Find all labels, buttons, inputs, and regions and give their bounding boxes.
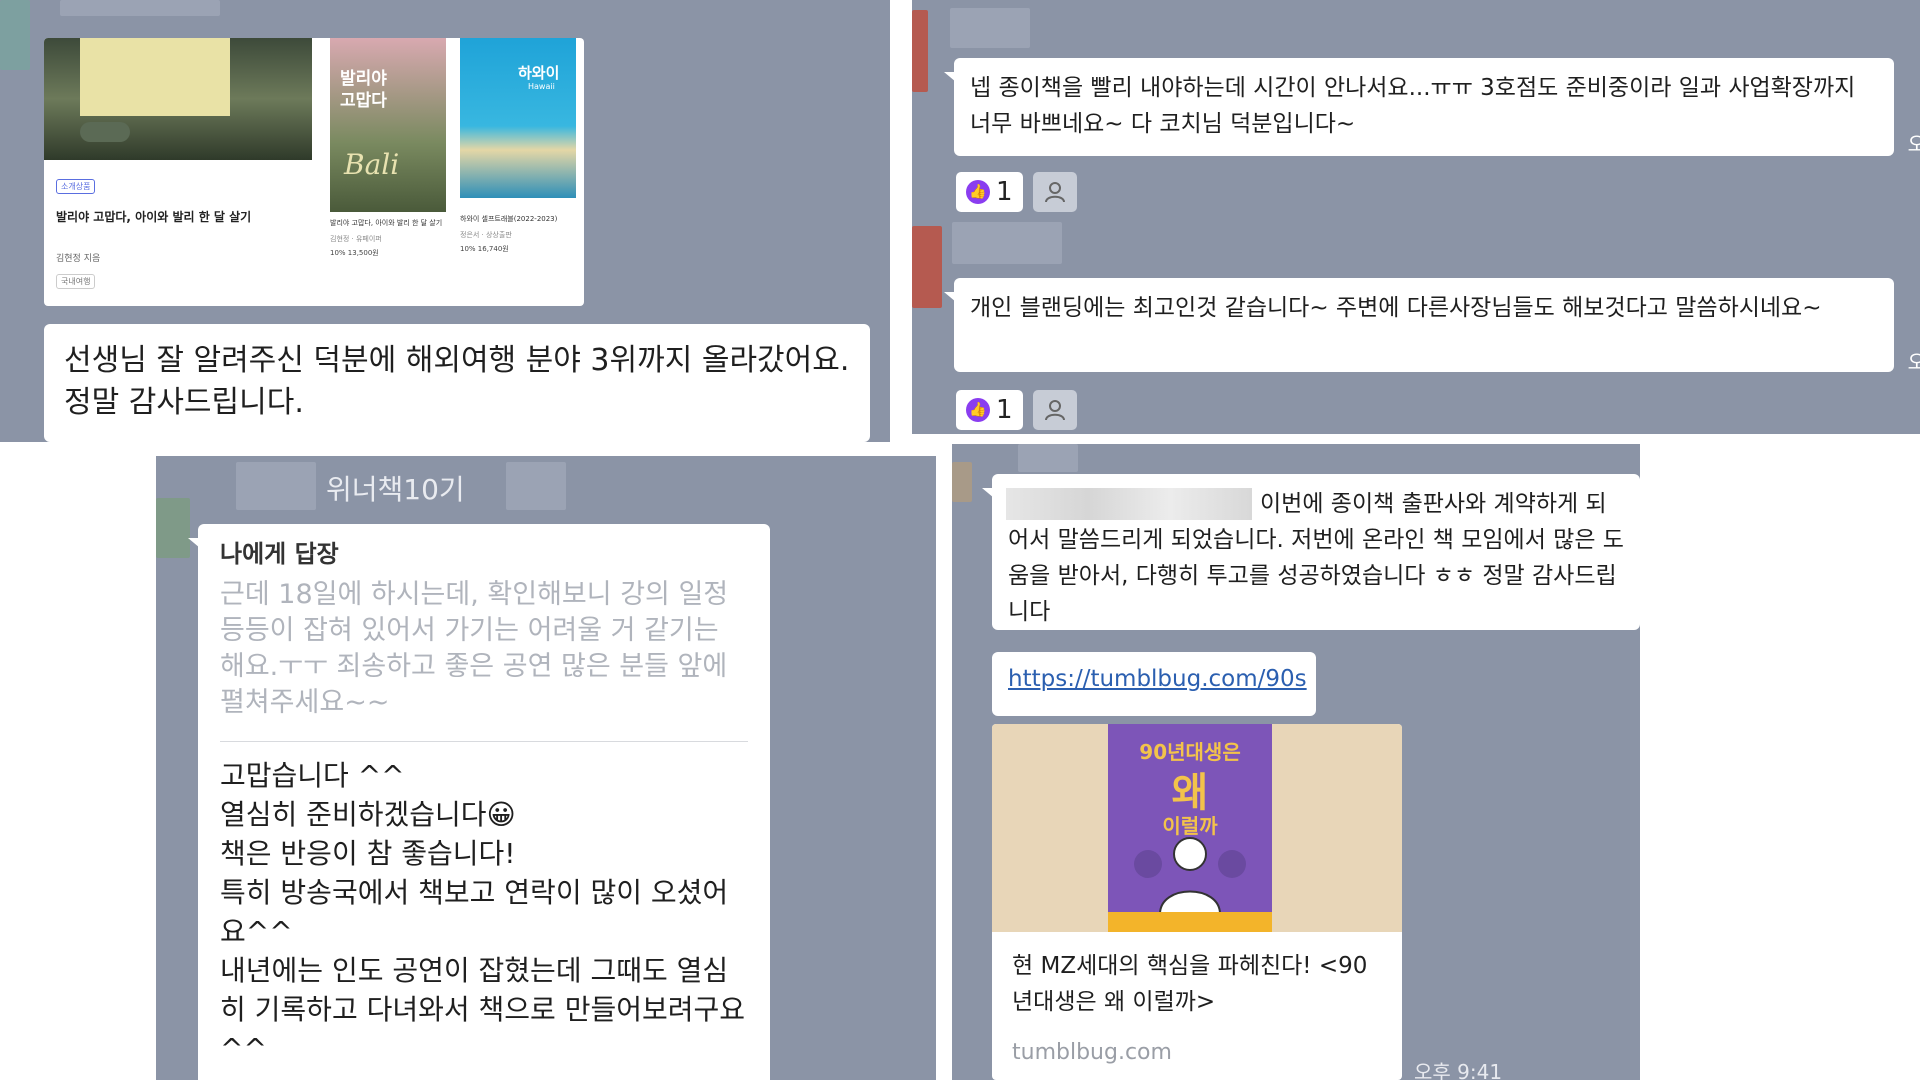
- preview-description: 현 MZ세대의 핵심을 파헤친다! <90년대생은 왜 이럴까>: [1012, 953, 1368, 1015]
- blurred-avatar: [952, 462, 972, 502]
- chat-panel-1: 소개상품 발리야 고맙다, 아이와 발리 한 달 살기 김현정 지음 국내여행 …: [0, 0, 890, 442]
- reaction-users-button[interactable]: [1032, 172, 1077, 212]
- book2-title: 하와이 셀프트래블(2022-2023): [460, 215, 558, 223]
- cover-subtitle: Hawaii: [528, 82, 555, 91]
- person-illustration-icon: [1134, 837, 1246, 914]
- message-bubble[interactable]: 개인 블랜딩에는 최고인것 같습니다~ 주변에 다른사장님들도 해보것다고 말씀…: [944, 278, 1894, 372]
- thumbs-up-icon: 👍: [966, 180, 990, 204]
- blurred-name: [950, 8, 1030, 48]
- blurred-name: [506, 462, 566, 510]
- like-count: 1: [996, 395, 1013, 425]
- blurred-name: [1018, 444, 1078, 472]
- link-url[interactable]: https://tumblbug.com/90s: [1008, 666, 1307, 692]
- reply-text: 고맙습니다 ^^ 열심히 준비하겠습니다😀 책은 반응이 참 좋습니다! 특히 …: [220, 756, 748, 1068]
- book-banner: [44, 38, 312, 160]
- reply-line: 열심히 준비하겠습니다😀: [220, 798, 516, 831]
- quoted-message: 근데 18일에 하시는데, 확인해보니 강의 일정 등등이 잡혀 있어서 가기는…: [220, 579, 729, 718]
- book1-title: 발리야 고맙다, 아이와 발리 한 달 살기: [330, 219, 443, 227]
- blurred-area: [60, 0, 220, 16]
- book1-price: 10% 13,500원: [330, 249, 379, 257]
- message-bubble[interactable]: 넵 종이책을 빨리 내야하는데 시간이 안나서요...ㅠㅠ 3호점도 준비중이라…: [944, 58, 1894, 156]
- user-icon: [1044, 182, 1065, 203]
- message-bubble[interactable]: 선생님 잘 알려주신 덕분에 해외여행 분야 3위까지 올라갔어요. 정말 감사…: [44, 324, 870, 442]
- preview-domain: tumblbug.com: [1012, 1040, 1172, 1065]
- preview-image: 90년대생은 왜 이럴까: [992, 724, 1402, 932]
- link-preview-card[interactable]: 90년대생은 왜 이럴까 현 MZ세대의 핵심을 파헤친다! <90년대생은 왜…: [992, 724, 1402, 1080]
- reply-line: 내년에는 인도 공연이 잡혔는데 그때도 열심히 기록하고 다녀와서 책으로 만…: [220, 954, 746, 1065]
- shared-book-card[interactable]: 소개상품 발리야 고맙다, 아이와 발리 한 달 살기 김현정 지음 국내여행 …: [44, 38, 584, 306]
- blurred-name: [236, 462, 316, 510]
- book1-info: 발리야 고맙다, 아이와 발리 한 달 살기 김현정 · 유페이퍼 10% 13…: [330, 218, 450, 258]
- book-author: 김현정 지음: [56, 254, 101, 264]
- reply-line: 고맙습니다 ^^: [220, 759, 405, 792]
- play-icon: [80, 122, 130, 142]
- book2-info: 하와이 셀프트래블(2022-2023) 정은서 · 상상출판 10% 16,7…: [460, 214, 580, 254]
- message-time: 오: [1907, 132, 1920, 156]
- blurred-avatar: [912, 226, 942, 308]
- link-bubble[interactable]: https://tumblbug.com/90s: [992, 652, 1316, 716]
- blurred-avatar: [912, 10, 928, 92]
- blurred-avatar: [156, 498, 190, 558]
- chat-panel-4: 이번에 종이책 출판사와 계약하게 되어서 말씀드리게 되었습니다. 저번에 온…: [952, 444, 1640, 1080]
- reply-label: 나에게 답장: [220, 540, 339, 568]
- book-info: 소개상품 발리야 고맙다, 아이와 발리 한 달 살기 김현정 지음 국내여행: [56, 174, 306, 289]
- message-text: 선생님 잘 알려주신 덕분에 해외여행 분야 3위까지 올라갔어요. 정말 감사…: [64, 343, 850, 420]
- blurred-name: [952, 222, 1062, 264]
- message-time: 오: [1907, 350, 1920, 374]
- message-text: 넵 종이책을 빨리 내야하는데 시간이 안나서요...ㅠㅠ 3호점도 준비중이라…: [970, 75, 1856, 137]
- book-cover: 90년대생은 왜 이럴까: [1108, 724, 1272, 932]
- blurred-area: [0, 0, 30, 70]
- like-count: 1: [996, 177, 1013, 207]
- book-badge: 소개상품: [56, 179, 96, 194]
- book2-price: 10% 16,740원: [460, 245, 509, 253]
- user-icon: [1044, 400, 1065, 421]
- chat-panel-3: 위너책10기 나에게 답장 근데 18일에 하시는데, 확인해보니 강의 일정 …: [156, 456, 936, 1080]
- redacted-name: [1006, 488, 1252, 520]
- cover-title: 발리야 고맙다: [340, 69, 387, 111]
- like-reaction[interactable]: 👍 1: [956, 390, 1023, 430]
- book-title: 발리야 고맙다, 아이와 발리 한 달 살기: [56, 210, 252, 224]
- divider: [220, 741, 748, 742]
- message-bubble[interactable]: 이번에 종이책 출판사와 계약하게 되어서 말씀드리게 되었습니다. 저번에 온…: [982, 474, 1640, 630]
- reply-line: 특히 방송국에서 책보고 연락이 많이 오셨어요^^: [220, 876, 729, 948]
- reply-bubble[interactable]: 나에게 답장 근데 18일에 하시는데, 확인해보니 강의 일정 등등이 잡혀 …: [188, 524, 770, 1080]
- thumbs-up-icon: 👍: [966, 398, 990, 422]
- chat-panel-2: 넵 종이책을 빨리 내야하는데 시간이 안나서요...ㅠㅠ 3호점도 준비중이라…: [912, 0, 1920, 434]
- cover-band: [1108, 912, 1272, 932]
- book-chip: 국내여행: [56, 274, 96, 289]
- message-text: 개인 블랜딩에는 최고인것 같습니다~ 주변에 다른사장님들도 해보것다고 말씀…: [970, 295, 1822, 321]
- reaction-bar: 👍 1: [956, 390, 1077, 430]
- banner-card: [80, 38, 230, 116]
- message-time: 오후 9:41: [1414, 1060, 1503, 1080]
- book-cover-hawaii[interactable]: 하와이 Hawaii: [460, 38, 576, 198]
- book-cover-bali[interactable]: 발리야 고맙다 Bali: [330, 38, 446, 212]
- like-reaction[interactable]: 👍 1: [956, 172, 1023, 212]
- chat-header: 위너책10기: [326, 473, 465, 506]
- cover-title: 하와이: [518, 64, 560, 82]
- cover-subtitle: Bali: [344, 148, 400, 181]
- book1-meta: 김현정 · 유페이퍼: [330, 235, 382, 243]
- reaction-users-button[interactable]: [1032, 390, 1077, 430]
- reaction-bar: 👍 1: [956, 172, 1077, 212]
- book2-meta: 정은서 · 상상출판: [460, 231, 512, 239]
- reply-line: 책은 반응이 참 좋습니다!: [220, 837, 516, 870]
